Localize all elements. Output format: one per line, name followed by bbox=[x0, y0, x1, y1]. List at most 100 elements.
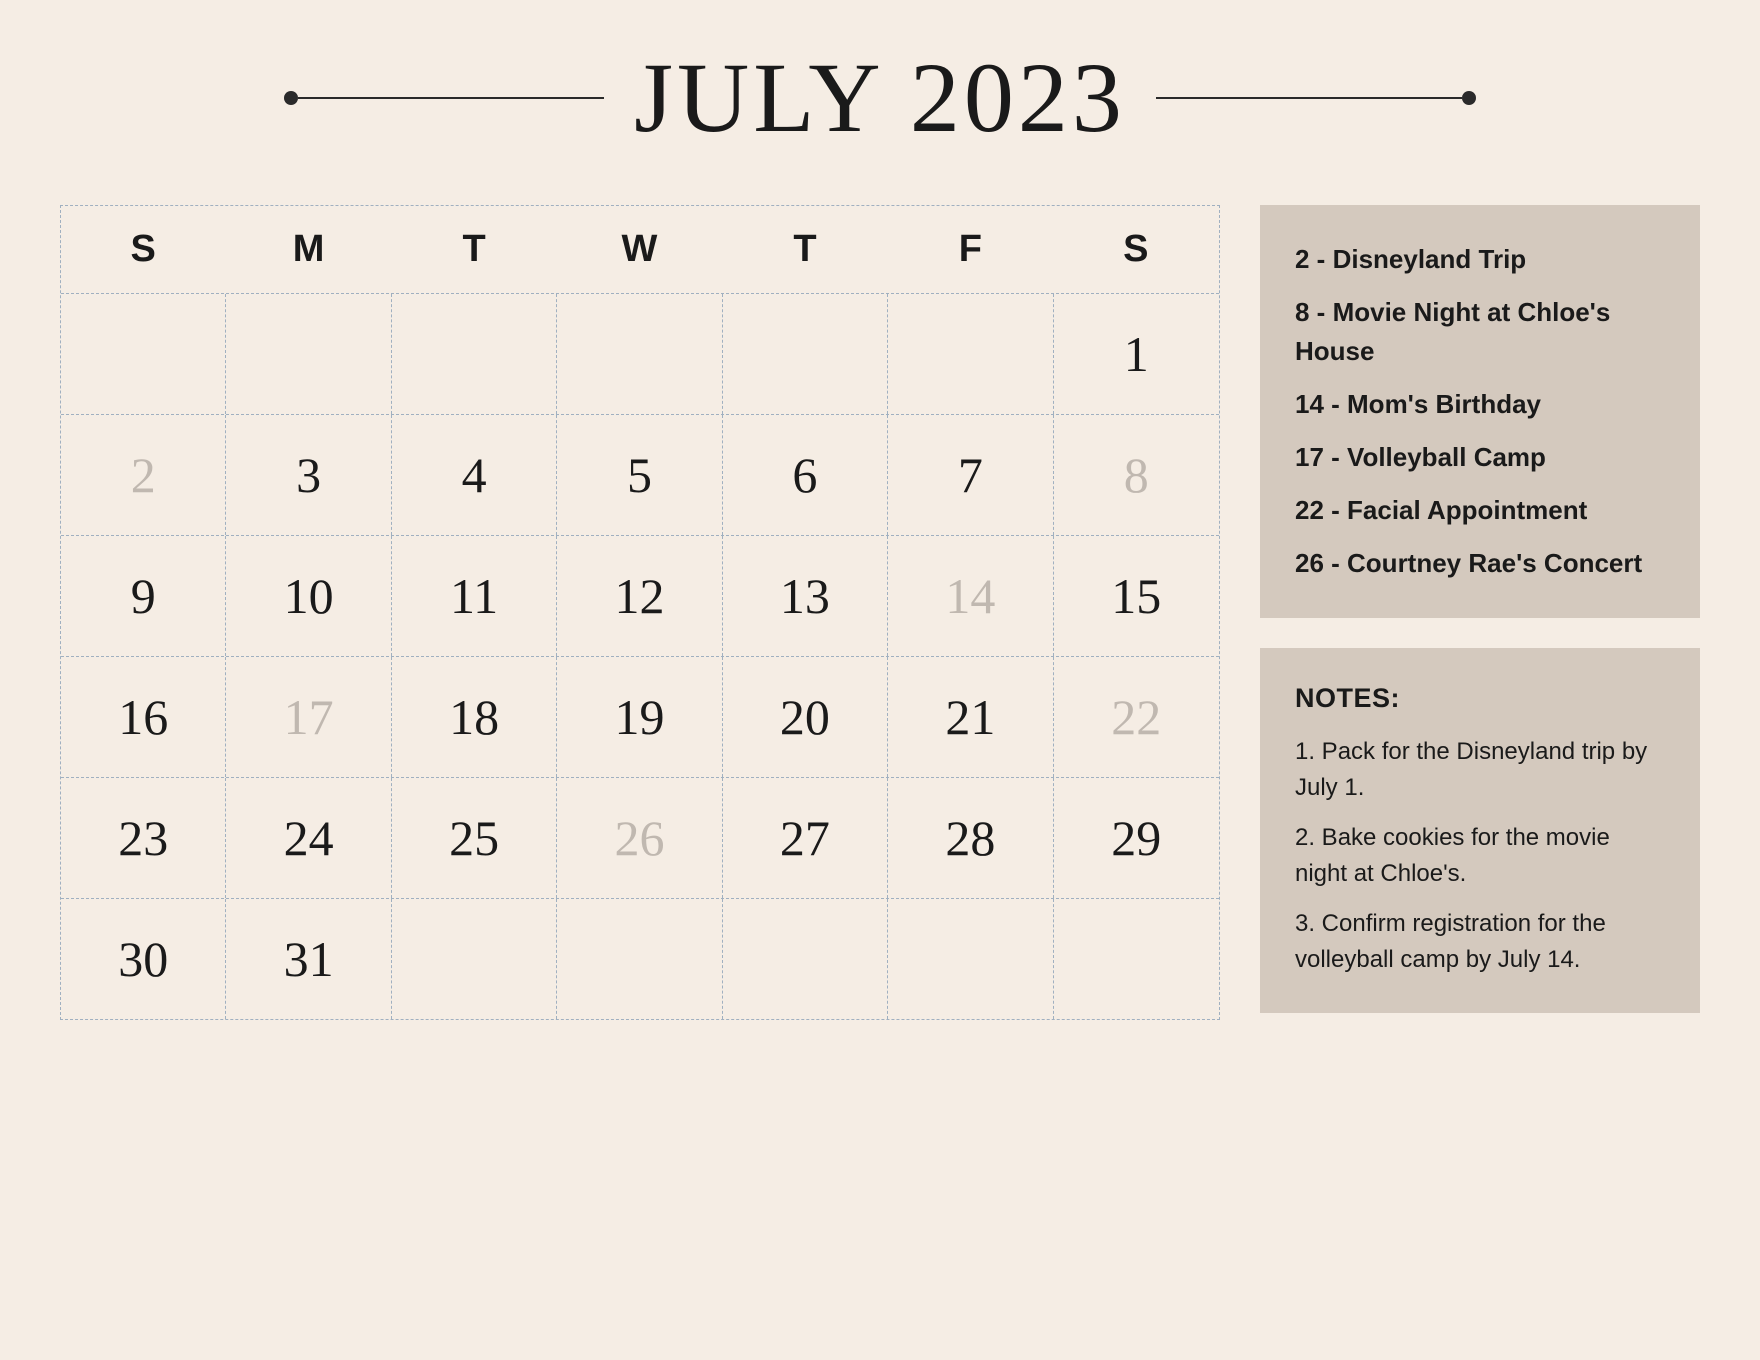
calendar-day-name: T bbox=[392, 206, 557, 293]
day-number: 16 bbox=[118, 688, 168, 746]
note-item: 1. Pack for the Disneyland trip by July … bbox=[1295, 734, 1665, 806]
calendar-cell: 30 bbox=[61, 899, 226, 1019]
calendar-row: 2 3 4 5 6 7 8 bbox=[61, 415, 1219, 536]
day-number: 27 bbox=[780, 809, 830, 867]
day-number: 22 bbox=[1111, 688, 1161, 746]
day-number: 9 bbox=[131, 567, 156, 625]
calendar-cell: 16 bbox=[61, 657, 226, 777]
left-dot bbox=[284, 91, 298, 105]
event-item: 8 - Movie Night at Chloe's House bbox=[1295, 293, 1665, 371]
event-item: 14 - Mom's Birthday bbox=[1295, 385, 1665, 424]
calendar-cell: 1 bbox=[1054, 294, 1219, 414]
calendar-cell bbox=[888, 294, 1053, 414]
day-number: 30 bbox=[118, 930, 168, 988]
day-number: 17 bbox=[284, 688, 334, 746]
day-number: 8 bbox=[1124, 446, 1149, 504]
day-number: 18 bbox=[449, 688, 499, 746]
day-number: 24 bbox=[284, 809, 334, 867]
note-item: 2. Bake cookies for the movie night at C… bbox=[1295, 820, 1665, 892]
calendar-cell: 4 bbox=[392, 415, 557, 535]
day-number: 26 bbox=[614, 809, 664, 867]
event-item: 17 - Volleyball Camp bbox=[1295, 438, 1665, 477]
right-line bbox=[1156, 97, 1462, 99]
event-item: 2 - Disneyland Trip bbox=[1295, 240, 1665, 279]
calendar-row: 16 17 18 19 20 21 22 bbox=[61, 657, 1219, 778]
notes-title: NOTES: bbox=[1295, 683, 1665, 714]
day-number: 11 bbox=[450, 567, 498, 625]
right-dot bbox=[1462, 91, 1476, 105]
calendar-cell: 10 bbox=[226, 536, 391, 656]
day-number: 12 bbox=[614, 567, 664, 625]
left-decorator bbox=[284, 91, 604, 105]
calendar-day-name: F bbox=[888, 206, 1053, 293]
calendar-cell: 21 bbox=[888, 657, 1053, 777]
calendar-cell: 24 bbox=[226, 778, 391, 898]
day-number: 19 bbox=[614, 688, 664, 746]
calendar-cell: 26 bbox=[557, 778, 722, 898]
calendar-cell: 22 bbox=[1054, 657, 1219, 777]
calendar-cell bbox=[723, 899, 888, 1019]
calendar-cell: 6 bbox=[723, 415, 888, 535]
calendar-cell: 20 bbox=[723, 657, 888, 777]
calendar-cell: 5 bbox=[557, 415, 722, 535]
calendar-cell: 17 bbox=[226, 657, 391, 777]
calendar: SMTWTFS 12345678910111213141516171819202… bbox=[60, 205, 1220, 1020]
note-item: 3. Confirm registration for the volleyba… bbox=[1295, 906, 1665, 978]
calendar-day-names: SMTWTFS bbox=[61, 206, 1219, 294]
day-number: 4 bbox=[462, 446, 487, 504]
calendar-body: 1234567891011121314151617181920212223242… bbox=[61, 294, 1219, 1019]
day-number: 14 bbox=[945, 567, 995, 625]
header-line-left bbox=[60, 91, 634, 105]
calendar-row: 30 31 bbox=[61, 899, 1219, 1019]
day-number: 7 bbox=[958, 446, 983, 504]
calendar-cell bbox=[557, 899, 722, 1019]
calendar-day-name: S bbox=[61, 206, 226, 293]
day-number: 29 bbox=[1111, 809, 1161, 867]
calendar-day-name: W bbox=[557, 206, 722, 293]
right-decorator bbox=[1156, 91, 1476, 105]
day-number: 3 bbox=[296, 446, 321, 504]
calendar-cell: 18 bbox=[392, 657, 557, 777]
sidebar: 2 - Disneyland Trip 8 - Movie Night at Ch… bbox=[1260, 205, 1700, 1013]
calendar-cell: 13 bbox=[723, 536, 888, 656]
calendar-cell bbox=[723, 294, 888, 414]
day-number: 31 bbox=[284, 930, 334, 988]
calendar-cell: 23 bbox=[61, 778, 226, 898]
day-number: 10 bbox=[284, 567, 334, 625]
day-number: 2 bbox=[131, 446, 156, 504]
calendar-cell: 28 bbox=[888, 778, 1053, 898]
calendar-row: 9 10 11 12 13 14 15 bbox=[61, 536, 1219, 657]
main-content: SMTWTFS 12345678910111213141516171819202… bbox=[60, 205, 1700, 1020]
calendar-cell: 14 bbox=[888, 536, 1053, 656]
calendar-cell bbox=[888, 899, 1053, 1019]
events-box: 2 - Disneyland Trip 8 - Movie Night at Ch… bbox=[1260, 205, 1700, 618]
calendar-cell: 31 bbox=[226, 899, 391, 1019]
calendar-cell bbox=[392, 899, 557, 1019]
day-number: 15 bbox=[1111, 567, 1161, 625]
calendar-day-name: T bbox=[723, 206, 888, 293]
day-number: 5 bbox=[627, 446, 652, 504]
calendar-day-name: M bbox=[226, 206, 391, 293]
calendar-day-name: S bbox=[1054, 206, 1219, 293]
calendar-cell: 15 bbox=[1054, 536, 1219, 656]
calendar-cell: 2 bbox=[61, 415, 226, 535]
calendar-cell bbox=[61, 294, 226, 414]
calendar-cell: 8 bbox=[1054, 415, 1219, 535]
day-number: 13 bbox=[780, 567, 830, 625]
calendar-cell: 29 bbox=[1054, 778, 1219, 898]
notes-box: NOTES: 1. Pack for the Disneyland trip b… bbox=[1260, 648, 1700, 1013]
day-number: 25 bbox=[449, 809, 499, 867]
calendar-cell: 12 bbox=[557, 536, 722, 656]
calendar-cell bbox=[226, 294, 391, 414]
calendar-row: 23 24 25 26 27 28 29 bbox=[61, 778, 1219, 899]
left-line bbox=[298, 97, 604, 99]
page-title: JULY 2023 bbox=[634, 40, 1126, 155]
calendar-cell: 25 bbox=[392, 778, 557, 898]
calendar-cell bbox=[392, 294, 557, 414]
page-header: JULY 2023 bbox=[60, 40, 1700, 155]
calendar-cell: 11 bbox=[392, 536, 557, 656]
day-number: 20 bbox=[780, 688, 830, 746]
calendar-cell: 9 bbox=[61, 536, 226, 656]
event-item: 22 - Facial Appointment bbox=[1295, 491, 1665, 530]
day-number: 21 bbox=[945, 688, 995, 746]
